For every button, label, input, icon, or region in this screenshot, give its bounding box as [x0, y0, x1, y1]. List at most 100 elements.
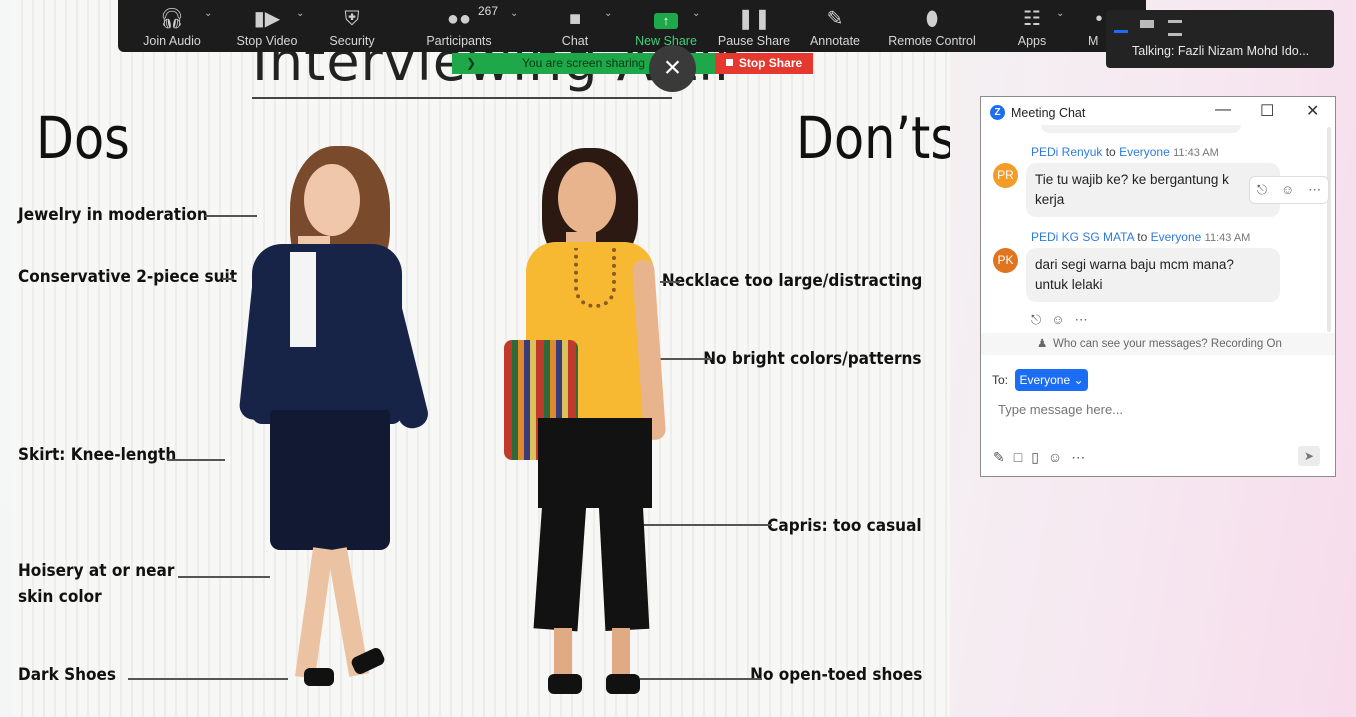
- minimize-icon[interactable]: —: [1215, 101, 1231, 119]
- dos-callout-suit: Conservative 2-piece suit: [18, 267, 238, 287]
- message-actions: ⎋ ☺ ⋯: [1031, 312, 1088, 328]
- shared-slide: Interviewing Attir Dos Don’ts Jewelry in…: [12, 0, 950, 717]
- previous-message-edge: [1041, 125, 1241, 133]
- message-hover-toolbar: ⎋ ☺ ⋯: [1249, 176, 1329, 204]
- pin-icon[interactable]: ❯: [466, 53, 476, 74]
- close-icon[interactable]: ✕: [1306, 101, 1319, 121]
- send-button[interactable]: ➤: [1298, 446, 1320, 466]
- zoom-meeting-toolbar: 🎧︎ Join Audio ⌄ ▮▶ Stop Video ⌄ ⛨ Securi…: [118, 0, 1146, 52]
- screenshot-icon[interactable]: □: [1014, 449, 1022, 466]
- add-reaction-icon[interactable]: ☺: [1281, 177, 1294, 203]
- dos-callout-hosiery-2: skin color: [18, 587, 102, 607]
- face: [304, 164, 360, 236]
- open-toe-shoe: [548, 674, 582, 694]
- capris-top: [538, 418, 652, 508]
- zoom-logo-icon: Z: [990, 105, 1005, 120]
- chevron-down-icon[interactable]: ⌄: [692, 8, 700, 19]
- large-necklace: [574, 248, 616, 308]
- format-icon[interactable]: ✎: [993, 449, 1005, 466]
- chat-tools: ✎ □ ▯ ☺ ⋯: [993, 449, 1085, 466]
- avatar[interactable]: PK: [993, 248, 1018, 273]
- more-options-icon[interactable]: ⋯: [1308, 177, 1321, 203]
- to-label: To:: [992, 373, 1009, 387]
- thumbnail-view-icon[interactable]: [1140, 20, 1154, 28]
- reply-icon[interactable]: ⎋: [1031, 312, 1041, 328]
- recipient-dropdown-label: Everyone: [1019, 373, 1071, 387]
- left-leg: [295, 547, 333, 679]
- stop-share-label: Stop Share: [738, 56, 803, 70]
- maximize-icon[interactable]: ☐: [1260, 101, 1274, 121]
- shield-icon: ⛨: [344, 8, 360, 30]
- dos-heading: Dos: [36, 104, 130, 172]
- stop-square-icon: [725, 59, 733, 66]
- add-reaction-icon[interactable]: ☺: [1051, 312, 1064, 328]
- message-text: kerja: [1035, 192, 1065, 207]
- donts-callout-necklace: Necklace too large/distracting: [661, 271, 922, 291]
- donts-callout-colors: No bright colors/patterns: [703, 349, 922, 369]
- mouse-icon: ⬮: [925, 8, 939, 30]
- chevron-down-icon: ⌄: [1073, 373, 1084, 387]
- capris-leg: [533, 498, 587, 632]
- to-word: to: [1137, 230, 1148, 244]
- message-bubble[interactable]: dari segi warna baju mcm mana? untuk lel…: [1026, 248, 1280, 302]
- pause-share-button[interactable]: ❚❚ Pause Share: [709, 6, 799, 48]
- stop-share-button[interactable]: Stop Share: [715, 53, 813, 74]
- annotate-label: Annotate: [809, 34, 861, 48]
- message-text: Tie tu wajib ke? ke bergantung k: [1035, 172, 1229, 187]
- stop-video-label: Stop Video: [236, 34, 298, 48]
- speaker-view-icon[interactable]: [1168, 20, 1182, 36]
- remote-control-label: Remote Control: [888, 34, 976, 48]
- join-audio-label: Join Audio: [143, 34, 201, 48]
- chat-label: Chat: [561, 34, 589, 48]
- chevron-down-icon[interactable]: ⌄: [296, 8, 304, 19]
- privacy-notice[interactable]: ♟ Who can see your messages? Recording O…: [981, 333, 1335, 355]
- message-header: PEDi Renyuk to Everyone 11:43 AM: [1031, 145, 1219, 159]
- emoji-icon[interactable]: ☺: [1048, 449, 1062, 466]
- minimize-view-icon[interactable]: [1114, 20, 1128, 33]
- more-options-icon[interactable]: ⋯: [1071, 449, 1085, 466]
- dos-model-figure: [212, 140, 442, 717]
- recipient-name: Everyone: [1119, 145, 1170, 159]
- to-word: to: [1105, 145, 1116, 159]
- recipient-name: Everyone: [1150, 230, 1202, 244]
- chat-scrollbar[interactable]: [1327, 127, 1331, 332]
- message-text: dari segi warna baju mcm mana?: [1035, 257, 1234, 272]
- face: [558, 162, 616, 234]
- chevron-down-icon[interactable]: ⌄: [510, 8, 518, 19]
- message-header: PEDi KG SG MATA to Everyone 11:43 AM: [1031, 230, 1250, 244]
- donts-callout-capris: Capris: too casual: [767, 516, 922, 536]
- chevron-down-icon[interactable]: ⌄: [604, 8, 612, 19]
- screen-sharing-text: You are screen sharing: [522, 56, 645, 70]
- annotate-button[interactable]: ✎ Annotate: [790, 6, 880, 48]
- capris-leg: [598, 498, 650, 632]
- message-bubble[interactable]: Tie tu wajib ke? ke bergantung k kerja: [1026, 163, 1280, 217]
- avatar[interactable]: PR: [993, 163, 1018, 188]
- pause-share-label: Pause Share: [717, 34, 791, 48]
- pencil-icon: ✎: [826, 8, 844, 30]
- sender-name[interactable]: PEDi Renyuk: [1031, 145, 1102, 159]
- recipient-dropdown[interactable]: Everyone ⌄: [1015, 369, 1088, 391]
- file-icon[interactable]: ▯: [1031, 449, 1039, 466]
- privacy-text: Who can see your messages? Recording On: [1053, 338, 1282, 350]
- shoe: [304, 668, 334, 686]
- pause-icon: ❚❚: [737, 8, 771, 30]
- open-toe-shoe: [606, 674, 640, 694]
- dos-callout-jewelry: Jewelry in moderation: [18, 205, 208, 225]
- more-options-icon[interactable]: ⋯: [1075, 312, 1088, 328]
- blouse: [290, 252, 316, 347]
- sender-name[interactable]: PEDi KG SG MATA: [1031, 230, 1134, 244]
- security-label: Security: [329, 34, 375, 48]
- message-time: 11:43 AM: [1204, 232, 1251, 244]
- security-button[interactable]: ⛨ Security: [307, 6, 397, 48]
- message-text: untuk lelaki: [1035, 277, 1103, 292]
- person-info-icon: ♟: [1037, 338, 1048, 350]
- skirt: [270, 410, 390, 550]
- remote-control-button[interactable]: ⬮ Remote Control: [887, 6, 977, 48]
- ankle: [554, 628, 572, 678]
- close-icon[interactable]: ×: [649, 45, 696, 92]
- donts-callout-shoes: No open-toed shoes: [749, 665, 922, 685]
- reply-icon[interactable]: ⎋: [1257, 177, 1267, 203]
- dos-callout-hosiery: Hoisery at or near: [18, 561, 175, 581]
- chevron-down-icon[interactable]: ⌄: [204, 8, 212, 19]
- message-input[interactable]: [996, 397, 1320, 421]
